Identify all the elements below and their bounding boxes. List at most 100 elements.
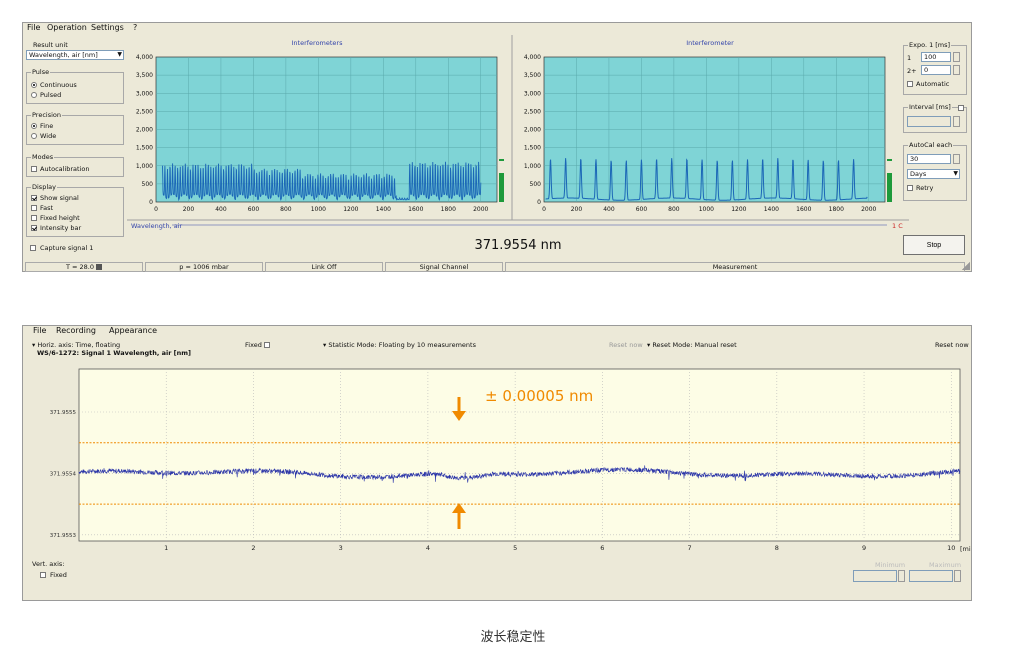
vert-axis-label: Vert. axis: [32, 560, 65, 568]
autocal-value-input[interactable]: 30 [907, 154, 951, 164]
interval-group: Interval [ms] [903, 103, 967, 133]
fixed-height-label: Fixed height [40, 214, 80, 222]
minimum-spinner[interactable] [898, 570, 905, 582]
scale-label: Wavelength, air [131, 222, 182, 230]
horiz-axis-dropdown[interactable]: ▾ Horiz. axis: Time, floating [32, 341, 120, 349]
capture-signal-checkbox[interactable] [30, 245, 36, 251]
fine-label: Fine [40, 122, 54, 130]
maximum-label: Maximum [929, 561, 962, 569]
intensity-bar-checkbox[interactable] [31, 225, 37, 231]
x-tick-label: 2000 [473, 206, 488, 213]
radio-continuous[interactable] [31, 82, 37, 88]
y-tick-label: 3,500 [524, 72, 541, 79]
x-tick-label: 1000 [699, 206, 714, 213]
menu-file[interactable]: File [27, 23, 40, 32]
modes-label: Modes [31, 153, 55, 161]
exposure-label: Expo. 1 [ms] [908, 41, 952, 49]
pulse-label: Pulse [31, 68, 51, 76]
stop-button[interactable]: Stop [903, 235, 965, 255]
x-tick-label: 10 [947, 544, 955, 552]
menu-help[interactable]: ? [133, 23, 137, 32]
menu-bar: File Operation Settings ? [23, 23, 971, 33]
y-tick-label: 2,500 [524, 108, 541, 115]
show-signal-checkbox[interactable] [31, 195, 37, 201]
expo-1-spinner[interactable] [953, 52, 960, 62]
status-link: Link Off [265, 262, 383, 272]
capture-signal-label: Capture signal 1 [40, 244, 94, 252]
long-term-recording-window: File Recording Appearance ▾ Horiz. axis:… [22, 325, 972, 601]
x-tick-label: 1600 [796, 206, 811, 213]
x-tick-label: 800 [668, 206, 680, 213]
interval-input[interactable] [907, 116, 951, 127]
reset-mode-dropdown[interactable]: ▾ Reset Mode: Manual reset [647, 341, 737, 349]
temperature-text: T = 28.0 [65, 263, 94, 271]
menu-bar-2: File Recording Appearance [23, 326, 971, 337]
y-tick-label: 1,000 [524, 163, 541, 170]
x-tick-label: 1400 [376, 206, 391, 213]
menu-settings[interactable]: Settings [91, 23, 124, 32]
x-tick-label: 1200 [343, 206, 358, 213]
result-unit-select[interactable]: Wavelength, air [nm] ▼ [26, 50, 124, 60]
scale-right-label: 1 C [892, 222, 903, 230]
resize-grip-icon[interactable] [962, 262, 970, 270]
fixed-bottom-checkbox[interactable] [40, 572, 46, 578]
status-signal-channel: Signal Channel [385, 262, 503, 272]
fast-label: Fast [40, 204, 54, 212]
fixed-top-checkbox[interactable] [264, 342, 270, 348]
expo-2-input[interactable]: 0 [921, 65, 951, 75]
autocal-checkbox[interactable] [31, 166, 37, 172]
interval-spinner[interactable] [953, 116, 960, 127]
right-intensity-marker [887, 159, 892, 161]
minimum-input[interactable] [853, 570, 897, 582]
automatic-checkbox[interactable] [907, 81, 913, 87]
precision-label: Precision [31, 111, 63, 119]
y-tick-label: 1,000 [136, 163, 153, 170]
fast-checkbox[interactable] [31, 205, 37, 211]
y-tick-label: 371.9554 [50, 471, 77, 477]
status-measurement: Measurement [505, 262, 965, 272]
y-tick-label: 2,000 [524, 127, 541, 134]
interval-checkbox[interactable] [958, 105, 964, 111]
x-tick-label: 6 [600, 544, 604, 552]
radio-fine[interactable] [31, 123, 37, 129]
x-tick-label: 0 [154, 206, 158, 213]
x-tick-label: 3 [339, 544, 343, 552]
chevron-down-icon: ▼ [117, 51, 122, 58]
retry-checkbox[interactable] [907, 185, 913, 191]
y-tick-label: 1,500 [524, 145, 541, 152]
x-tick-label: 1200 [731, 206, 746, 213]
statistic-mode-dropdown[interactable]: ▾ Statistic Mode: Floating by 10 measure… [323, 341, 476, 349]
expo-1-input[interactable]: 100 [921, 52, 951, 62]
radio-wide[interactable] [31, 133, 37, 139]
figure-caption: 波长稳定性 [480, 630, 546, 645]
x-tick-label: 600 [636, 206, 648, 213]
maximum-spinner[interactable] [954, 570, 961, 582]
radio-pulsed[interactable] [31, 92, 37, 98]
menu-operation[interactable]: Operation [47, 23, 87, 32]
maximum-input[interactable] [909, 570, 953, 582]
x-tick-label: 4 [426, 544, 430, 552]
display-group: Display Show signal Fast Fixed height In… [26, 183, 124, 237]
x-tick-label: 1400 [764, 206, 779, 213]
menu-file-2[interactable]: File [33, 326, 46, 335]
menu-recording[interactable]: Recording [56, 326, 96, 335]
autocal-unit-value: Days [910, 170, 927, 178]
reset-now-button-1[interactable]: Reset now [609, 341, 643, 349]
result-unit-label: Result unit [33, 41, 68, 49]
y-tick-label: 1,500 [136, 145, 153, 152]
display-label: Display [31, 183, 57, 191]
expo-2-spinner[interactable] [953, 65, 960, 75]
x-tick-label: 0 [542, 206, 546, 213]
y-tick-label: 371.9555 [50, 410, 77, 416]
reset-now-button-2[interactable]: Reset now [935, 341, 969, 349]
retry-label: Retry [916, 184, 934, 192]
fixed-height-checkbox[interactable] [31, 215, 37, 221]
left-chart-title: Interferometers [292, 39, 344, 47]
y-tick-label: 371.9553 [50, 533, 77, 539]
status-pressure: p = 1006 mbar [145, 262, 263, 272]
x-tick-label: 9 [862, 544, 866, 552]
autocal-spinner[interactable] [953, 154, 960, 164]
y-tick-label: 3,000 [524, 90, 541, 97]
autocal-unit-select[interactable]: Days ▼ [907, 169, 960, 179]
menu-appearance[interactable]: Appearance [109, 326, 157, 335]
